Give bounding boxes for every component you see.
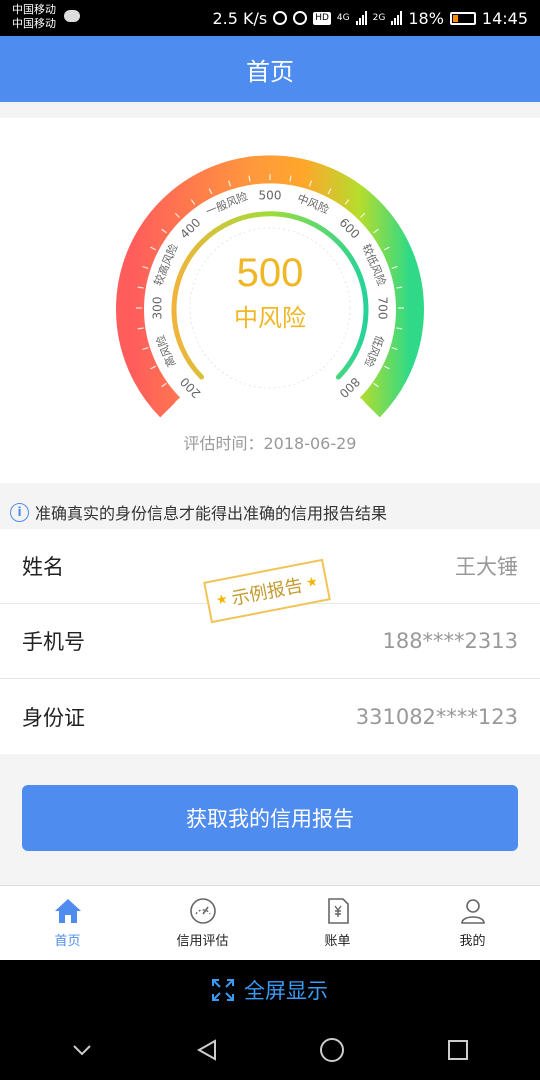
tab-bill[interactable]: 账单 [270,886,405,960]
system-nav-bar [0,1020,540,1080]
back-icon[interactable] [195,1038,219,1062]
network-speed: 2.5 K/s [212,8,268,28]
alarm-icon [293,11,308,25]
signal-4g-icon [355,11,367,25]
tab-label: 信用评估 [176,933,229,949]
row-value: 王大锤 [455,555,518,579]
chevron-down-icon[interactable] [70,1038,94,1062]
carrier-info: 中国移动 中国移动 [12,3,56,31]
evaluation-time: 评估时间：2018-06-29 [183,434,357,453]
hd-icon: HD [313,11,331,25]
row-phone: 手机号 188****2313 [0,604,540,679]
inner-arc [171,211,369,380]
star-icon: ★ [214,591,230,609]
gauge-tick-label: 低风险 [362,333,388,369]
clock: 14:45 [481,8,528,28]
credit-gauge: 200高风险300较高风险400一般风险 500 中风险600较低风险700低风险8… [116,155,424,418]
stamp-text: 示例报告 [229,575,305,610]
gauge-icon [189,897,216,924]
home-circle-icon[interactable] [319,1037,345,1063]
row-value: 188****2313 [382,629,518,653]
signal-2g-icon [391,11,403,25]
battery-icon [449,11,476,25]
row-value: 331082****123 [355,704,518,729]
expand-icon [212,979,234,1001]
carrier-1: 中国移动 [12,3,56,16]
page-title: 首页 [246,57,294,86]
credit-gauge-card: 200 高风险 300 较高风险 400 一般风险 500 中风险 600 较低风险 700 低风险 8… [0,118,540,483]
risk-level: 中风险 [234,304,306,332]
gauge-tick-label: 高风险 [153,333,179,369]
info-icon: i [10,502,29,522]
fullscreen-display-bar[interactable]: 全屏显示 [0,960,540,1020]
location-icon [273,11,288,25]
tab-home[interactable]: 首页 [0,886,135,960]
tab-label: 我的 [459,933,486,949]
tab-mine[interactable]: 我的 [405,886,540,960]
credit-score: 500 [237,251,304,295]
bottom-tab-bar: 首页 信用评估 账单 我的 [0,885,540,960]
home-icon [54,898,81,923]
fullscreen-label: 全屏显示 [244,979,328,1003]
status-bar: 中国移动 中国移动 2.5 K/s HD 4G 2G 18% 14:45 [0,0,540,36]
tab-credit-evaluation[interactable]: 信用评估 [135,886,270,960]
get-credit-report-button[interactable]: 获取我的信用报告 [22,785,518,851]
recent-apps-icon[interactable] [446,1038,470,1062]
chat-bubble-icon [64,10,80,22]
identity-info-list: 姓名 王大锤 手机号 188****2313 身份证 331082****123 [0,529,540,754]
battery-percent: 18% [408,8,444,28]
row-id-card: 身份证 331082****123 [0,679,540,754]
net-4g-label: 4G [336,13,350,23]
user-icon [460,898,485,924]
net-2g-label: 2G [372,13,386,23]
status-right: 2.5 K/s HD 4G 2G 18% 14:45 [212,0,528,36]
notice-text: 准确真实的身份信息才能得出准确的信用报告结果 [35,504,388,523]
app-header: 首页 [0,36,540,102]
gauge-tick-label: 700 [376,297,390,320]
tab-label: 账单 [324,933,351,949]
row-label: 手机号 [22,630,85,654]
row-label: 身份证 [22,705,85,730]
info-notice: i 准确真实的身份信息才能得出准确的信用报告结果 [0,496,540,528]
bill-icon [327,897,349,924]
carrier-2: 中国移动 [12,17,56,30]
tab-label: 首页 [54,933,81,949]
gauge-tick-label: 500 [259,189,282,203]
row-label: 姓名 [22,555,64,579]
star-icon: ★ [304,573,320,591]
gauge-tick-label: 300 [151,297,165,320]
